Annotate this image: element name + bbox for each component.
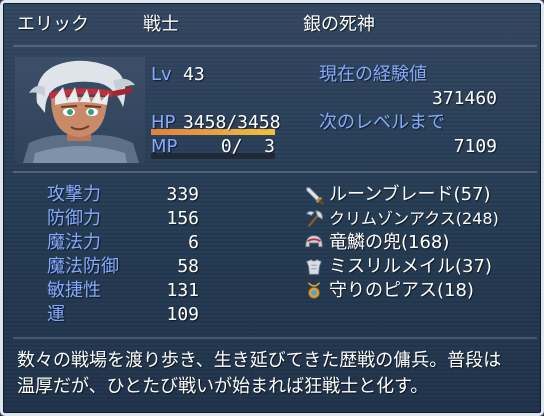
status-window: エリック 戦士 銀の死神 Lv 43 HP 3458/3458 MP 0/ 3 … <box>0 0 544 416</box>
param-mat-value: 6 <box>188 232 199 253</box>
param-mat-label: 魔法力 <box>47 232 101 253</box>
axe-icon <box>305 210 323 228</box>
actor-name: エリック <box>17 14 89 35</box>
param-luk-value: 109 <box>166 304 199 325</box>
level-value: 43 <box>183 64 205 85</box>
param-atk-value: 339 <box>166 184 199 205</box>
equip-head-name: 竜鱗の兜(168) <box>329 232 450 253</box>
param-agi-value: 131 <box>166 280 199 301</box>
hp-label: HP <box>151 112 176 133</box>
profile-line-1: 数々の戦場を渡り歩き、生き延びてきた歴戦の傭兵。普段は <box>17 350 502 371</box>
equip-body-name: ミスリルメイル(37) <box>329 256 492 277</box>
param-luk-label: 運 <box>47 304 65 325</box>
amulet-icon <box>307 282 321 299</box>
hp-value: 3458/3458 <box>183 112 281 133</box>
param-def-value: 156 <box>166 208 199 229</box>
separator-bottom <box>13 337 537 339</box>
equip-shield-name: クリムゾンアクス(248) <box>329 209 499 228</box>
actor-nickname: 銀の死神 <box>303 14 375 35</box>
helmet-icon <box>305 235 323 248</box>
param-atk-label: 攻撃力 <box>47 184 101 205</box>
mp-value: 0/ 3 <box>220 136 275 157</box>
separator-middle <box>13 171 537 173</box>
exp-current-value: 371460 <box>431 88 497 109</box>
equip-accessory-name: 守りのピアス(18) <box>329 280 474 301</box>
equip-weapon-name: ルーンブレード(57) <box>329 184 491 205</box>
separator-top <box>13 45 537 47</box>
exp-next-value: 7109 <box>453 136 497 157</box>
param-mdf-value: 58 <box>177 256 199 277</box>
param-mdf-label: 魔法防御 <box>47 256 119 277</box>
sword-icon <box>306 187 325 206</box>
armor-icon <box>306 259 322 275</box>
exp-next-label: 次のレベルまで <box>319 112 445 133</box>
actor-face-portrait <box>15 57 145 163</box>
mp-label: MP <box>151 136 178 157</box>
profile-line-2: 温厚だが、ひとたび戦いが始まれば狂戦士と化す。 <box>17 376 429 397</box>
exp-current-label: 現在の経験値 <box>319 64 427 85</box>
level-label: Lv <box>151 64 172 85</box>
param-agi-label: 敏捷性 <box>47 280 101 301</box>
param-def-label: 防御力 <box>47 208 101 229</box>
actor-class: 戦士 <box>143 14 179 35</box>
